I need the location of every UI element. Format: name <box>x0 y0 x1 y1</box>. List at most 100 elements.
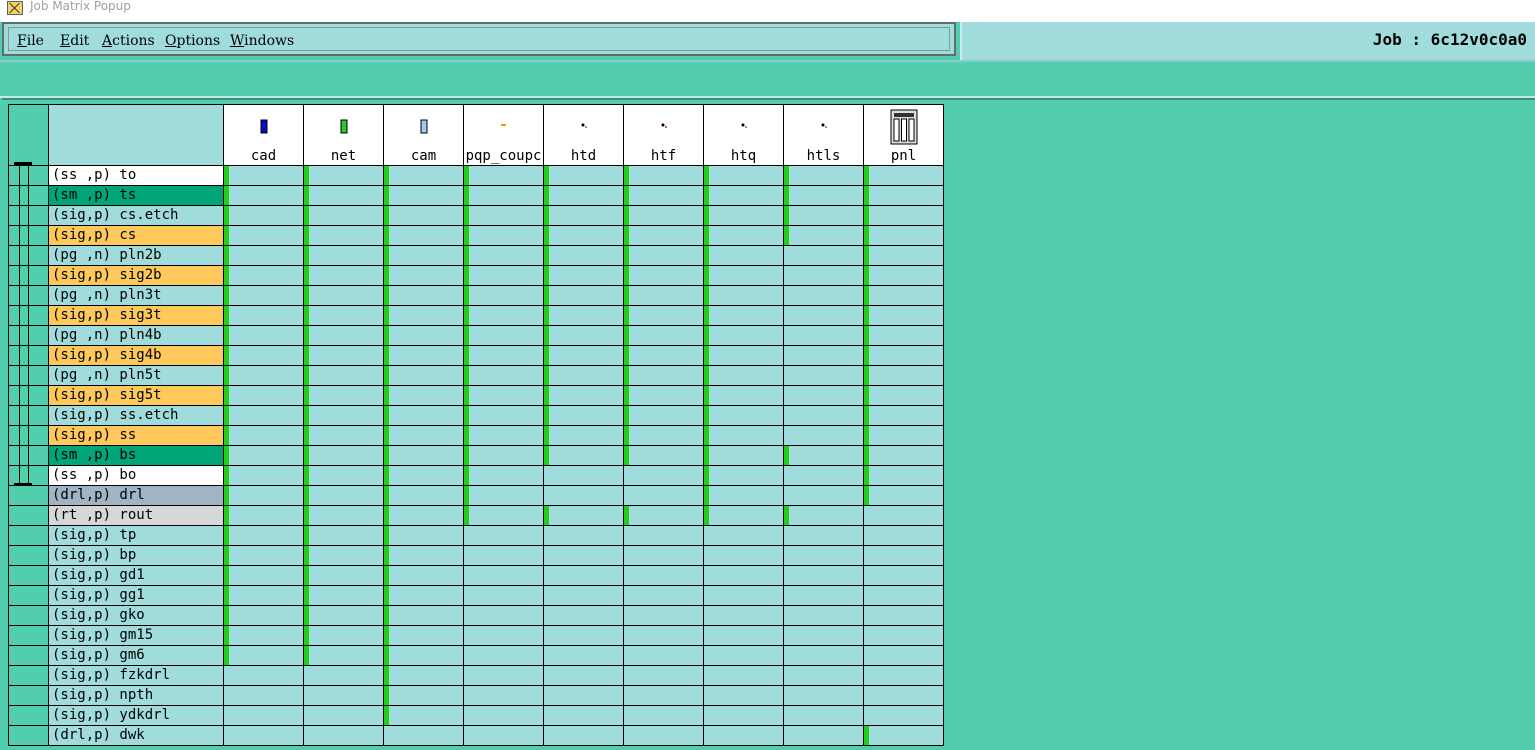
matrix-cell[interactable] <box>543 705 624 726</box>
matrix-cell[interactable] <box>783 525 864 546</box>
matrix-cell[interactable] <box>303 685 384 706</box>
matrix-cell[interactable] <box>783 325 864 346</box>
matrix-cell[interactable] <box>703 525 784 546</box>
matrix-cell[interactable] <box>543 725 624 746</box>
matrix-cell[interactable] <box>463 305 544 326</box>
matrix-cell[interactable] <box>303 345 384 366</box>
step-column-header-pnl[interactable]: pnl <box>863 104 944 166</box>
menu-actions[interactable]: Actions <box>102 33 155 49</box>
matrix-cell[interactable] <box>463 705 544 726</box>
matrix-cell[interactable] <box>863 185 944 206</box>
matrix-cell[interactable] <box>863 725 944 746</box>
matrix-cell[interactable] <box>703 605 784 626</box>
matrix-cell[interactable] <box>863 405 944 426</box>
matrix-cell[interactable] <box>543 405 624 426</box>
matrix-cell[interactable] <box>383 645 464 666</box>
matrix-cell[interactable] <box>863 365 944 386</box>
matrix-cell[interactable] <box>863 265 944 286</box>
matrix-cell[interactable] <box>223 585 304 606</box>
matrix-cell[interactable] <box>463 625 544 646</box>
menu-edit[interactable]: Edit <box>60 33 89 49</box>
matrix-cell[interactable] <box>623 465 704 486</box>
matrix-cell[interactable] <box>863 345 944 366</box>
matrix-cell[interactable] <box>703 645 784 666</box>
matrix-cell[interactable] <box>783 425 864 446</box>
matrix-cell[interactable] <box>223 325 304 346</box>
matrix-cell[interactable] <box>223 405 304 426</box>
matrix-cell[interactable] <box>623 185 704 206</box>
matrix-cell[interactable] <box>543 685 624 706</box>
step-column-header-cad[interactable]: cad <box>223 104 304 166</box>
layer-name-26[interactable]: (sig,p) npth <box>48 685 224 706</box>
layer-name-4[interactable]: (pg ,n) pln2b <box>48 245 224 266</box>
matrix-cell[interactable] <box>303 505 384 526</box>
matrix-cell[interactable] <box>223 365 304 386</box>
matrix-cell[interactable] <box>383 525 464 546</box>
layer-name-25[interactable]: (sig,p) fzkdrl <box>48 665 224 686</box>
matrix-cell[interactable] <box>783 265 864 286</box>
matrix-cell[interactable] <box>223 345 304 366</box>
matrix-cell[interactable] <box>863 245 944 266</box>
matrix-cell[interactable] <box>703 585 784 606</box>
matrix-cell[interactable] <box>783 445 864 466</box>
layer-name-14[interactable]: (sm ,p) bs <box>48 445 224 466</box>
matrix-cell[interactable] <box>303 445 384 466</box>
matrix-cell[interactable] <box>223 465 304 486</box>
layer-name-2[interactable]: (sig,p) cs.etch <box>48 205 224 226</box>
matrix-cell[interactable] <box>543 445 624 466</box>
matrix-cell[interactable] <box>463 465 544 486</box>
matrix-cell[interactable] <box>863 325 944 346</box>
matrix-cell[interactable] <box>703 705 784 726</box>
matrix-cell[interactable] <box>783 285 864 306</box>
matrix-cell[interactable] <box>783 365 864 386</box>
layer-name-27[interactable]: (sig,p) ydkdrl <box>48 705 224 726</box>
matrix-cell[interactable] <box>463 665 544 686</box>
layer-name-5[interactable]: (sig,p) sig2b <box>48 265 224 286</box>
layer-name-17[interactable]: (rt ,p) rout <box>48 505 224 526</box>
matrix-cell[interactable] <box>863 165 944 186</box>
matrix-cell[interactable] <box>623 585 704 606</box>
matrix-cell[interactable] <box>783 625 864 646</box>
matrix-cell[interactable] <box>783 305 864 326</box>
matrix-cell[interactable] <box>463 725 544 746</box>
matrix-cell[interactable] <box>303 205 384 226</box>
matrix-cell[interactable] <box>863 625 944 646</box>
matrix-cell[interactable] <box>543 325 624 346</box>
matrix-cell[interactable] <box>383 305 464 326</box>
matrix-cell[interactable] <box>463 285 544 306</box>
layer-name-11[interactable]: (sig,p) sig5t <box>48 385 224 406</box>
matrix-cell[interactable] <box>863 585 944 606</box>
matrix-cell[interactable] <box>783 665 864 686</box>
matrix-cell[interactable] <box>303 365 384 386</box>
layer-name-10[interactable]: (pg ,n) pln5t <box>48 365 224 386</box>
matrix-cell[interactable] <box>863 485 944 506</box>
matrix-cell[interactable] <box>623 685 704 706</box>
matrix-cell[interactable] <box>303 585 384 606</box>
matrix-cell[interactable] <box>223 285 304 306</box>
matrix-cell[interactable] <box>623 205 704 226</box>
matrix-cell[interactable] <box>623 625 704 646</box>
matrix-cell[interactable] <box>223 245 304 266</box>
matrix-cell[interactable] <box>303 725 384 746</box>
matrix-cell[interactable] <box>703 485 784 506</box>
matrix-cell[interactable] <box>863 525 944 546</box>
layer-name-22[interactable]: (sig,p) gko <box>48 605 224 626</box>
matrix-cell[interactable] <box>383 205 464 226</box>
matrix-cell[interactable] <box>623 505 704 526</box>
matrix-cell[interactable] <box>863 465 944 486</box>
matrix-cell[interactable] <box>303 165 384 186</box>
matrix-cell[interactable] <box>783 505 864 526</box>
matrix-cell[interactable] <box>383 705 464 726</box>
matrix-cell[interactable] <box>303 605 384 626</box>
matrix-cell[interactable] <box>703 405 784 426</box>
matrix-cell[interactable] <box>223 185 304 206</box>
matrix-cell[interactable] <box>543 525 624 546</box>
matrix-cell[interactable] <box>863 565 944 586</box>
matrix-cell[interactable] <box>543 225 624 246</box>
matrix-cell[interactable] <box>543 585 624 606</box>
matrix-cell[interactable] <box>703 205 784 226</box>
layer-name-18[interactable]: (sig,p) tp <box>48 525 224 546</box>
matrix-cell[interactable] <box>623 525 704 546</box>
matrix-cell[interactable] <box>223 645 304 666</box>
matrix-cell[interactable] <box>783 545 864 566</box>
